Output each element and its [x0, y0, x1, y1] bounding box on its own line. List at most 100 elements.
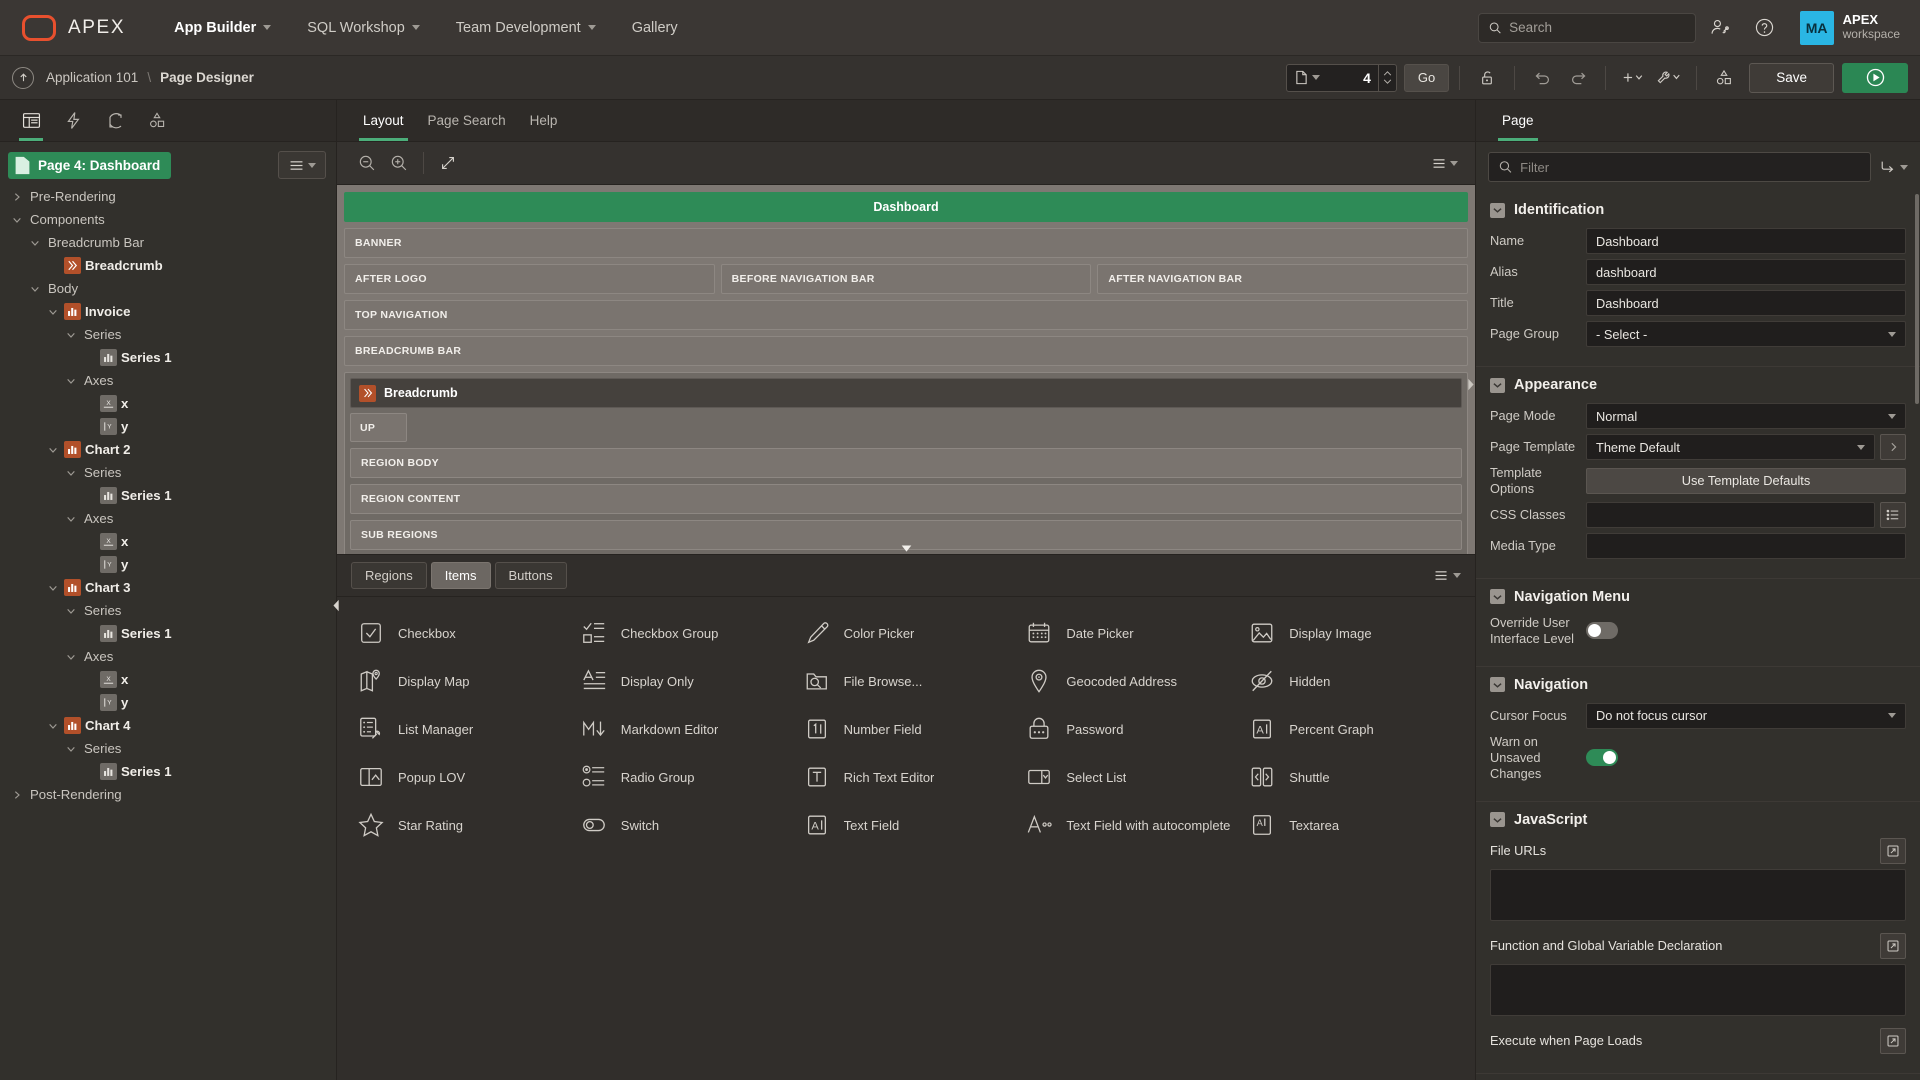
- alias-input[interactable]: dashboard: [1586, 259, 1906, 285]
- gallery-item-number-field[interactable]: Number Field: [797, 705, 1020, 753]
- tree-node[interactable]: Chart 4: [0, 714, 336, 737]
- tree-node-page[interactable]: Page 4: Dashboard: [8, 151, 172, 179]
- gallery-item-select-list[interactable]: Select List: [1019, 753, 1242, 801]
- tree-twisty[interactable]: [62, 376, 80, 386]
- file-urls-textarea[interactable]: [1490, 868, 1906, 921]
- tab-page-shared-components[interactable]: [136, 100, 178, 141]
- function-declaration-expand-button[interactable]: [1880, 932, 1906, 959]
- page-number-stepper[interactable]: [1377, 64, 1396, 91]
- tree-node[interactable]: Post-Rendering: [0, 783, 336, 806]
- gallery-item-text-field-with-autocomplete[interactable]: Text Field with autocomplete: [1019, 801, 1242, 849]
- grid-region-breadcrumb[interactable]: Breadcrumb: [350, 378, 1462, 408]
- tree-node[interactable]: Xx: [0, 392, 336, 415]
- gallery-item-display-only[interactable]: Display Only: [574, 657, 797, 705]
- tree-twisty[interactable]: [8, 215, 26, 225]
- tree-twisty[interactable]: [44, 721, 62, 731]
- gallery-item-shuttle[interactable]: Shuttle: [1242, 753, 1465, 801]
- grid-position-breadcrumb-bar[interactable]: BREADCRUMB BAR: [344, 336, 1468, 366]
- section-header[interactable]: Navigation Menu: [1490, 589, 1906, 605]
- section-header[interactable]: Navigation: [1490, 677, 1906, 693]
- grid-position-banner[interactable]: BANNER: [344, 228, 1468, 258]
- page-icon-dropdown[interactable]: [1287, 65, 1326, 91]
- shared-components-icon[interactable]: [1707, 63, 1741, 93]
- gallery-item-geocoded-address[interactable]: Geocoded Address: [1019, 657, 1242, 705]
- go-button[interactable]: Go: [1403, 63, 1450, 92]
- grid-position-region-body[interactable]: REGION BODY: [350, 448, 1462, 478]
- save-button[interactable]: Save: [1749, 62, 1834, 93]
- tree-node[interactable]: Axes: [0, 369, 336, 392]
- collapse-icon[interactable]: [1490, 589, 1505, 605]
- tree-twisty[interactable]: [26, 238, 44, 248]
- tree-node[interactable]: Series: [0, 323, 336, 346]
- tree-twisty[interactable]: [44, 583, 62, 593]
- page-number-value[interactable]: 4: [1326, 65, 1378, 91]
- warn-on-unsaved-changes-toggle[interactable]: [1586, 749, 1618, 767]
- media-type-input[interactable]: [1586, 532, 1906, 559]
- grid-collapse-toggle[interactable]: [337, 542, 1475, 554]
- gallery-item-display-map[interactable]: Display Map: [351, 657, 574, 705]
- cursor-focus-select[interactable]: Do not focus cursor: [1586, 702, 1906, 729]
- page-template-select[interactable]: Theme Default: [1586, 434, 1875, 460]
- lock-icon[interactable]: [1470, 63, 1504, 93]
- utilities-icon[interactable]: [1652, 63, 1686, 93]
- property-filter-input[interactable]: [1520, 159, 1860, 175]
- tree-node[interactable]: Breadcrumb: [0, 254, 336, 277]
- css-classes-lov-button[interactable]: [1880, 501, 1906, 528]
- breadcrumb-app[interactable]: Application 101: [46, 70, 138, 85]
- tab-page-properties[interactable]: Page: [1490, 100, 1546, 141]
- tree-node[interactable]: Xx: [0, 668, 336, 691]
- tree-node[interactable]: Components: [0, 208, 336, 231]
- nav-item-team-development[interactable]: Team Development: [439, 12, 613, 44]
- gallery-item-text-field[interactable]: A Text Field: [797, 801, 1020, 849]
- override-user-interface-level-toggle[interactable]: [1586, 622, 1618, 640]
- tree-node[interactable]: Invoice: [0, 300, 336, 323]
- undo-icon[interactable]: [1525, 63, 1559, 93]
- section-header[interactable]: Identification: [1490, 202, 1906, 218]
- page-template-goto-button[interactable]: [1880, 434, 1906, 460]
- nav-item-gallery[interactable]: Gallery: [615, 12, 695, 44]
- tree-twisty[interactable]: [62, 652, 80, 662]
- property-filter-box[interactable]: [1488, 152, 1871, 182]
- tree-node[interactable]: Xx: [0, 530, 336, 553]
- tab-help[interactable]: Help: [518, 100, 570, 141]
- tree-node[interactable]: Chart 2: [0, 438, 336, 461]
- tree-twisty[interactable]: [8, 192, 26, 202]
- tab-page-search[interactable]: Page Search: [416, 100, 518, 141]
- section-header[interactable]: JavaScript: [1490, 812, 1906, 828]
- gallery-item-display-image[interactable]: Display Image: [1242, 609, 1465, 657]
- apex-logo[interactable]: APEX: [0, 14, 125, 41]
- tree-node[interactable]: Yy: [0, 553, 336, 576]
- tree-twisty[interactable]: [26, 284, 44, 294]
- add-icon[interactable]: [1616, 63, 1650, 93]
- tab-processing[interactable]: [94, 100, 136, 141]
- file-urls-expand-button[interactable]: [1880, 837, 1906, 864]
- gallery-item-markdown-editor[interactable]: Markdown Editor: [574, 705, 797, 753]
- tree-node[interactable]: Axes: [0, 645, 336, 668]
- tree-twisty[interactable]: [44, 445, 62, 455]
- tree-node[interactable]: Series 1: [0, 346, 336, 369]
- tree-twisty[interactable]: [44, 307, 62, 317]
- tree-twisty[interactable]: [62, 468, 80, 478]
- grid-position-top-navigation[interactable]: TOP NAVIGATION: [344, 300, 1468, 330]
- zoom-out-icon[interactable]: [351, 149, 383, 177]
- tree-twisty[interactable]: [62, 330, 80, 340]
- tree-node[interactable]: Series: [0, 737, 336, 760]
- gallery-item-percent-graph[interactable]: A Percent Graph: [1242, 705, 1465, 753]
- tree-node[interactable]: Yy: [0, 691, 336, 714]
- section-header[interactable]: Appearance: [1490, 377, 1906, 393]
- gallery-item-rich-text-editor[interactable]: Rich Text Editor: [797, 753, 1020, 801]
- tree-node[interactable]: Series 1: [0, 484, 336, 507]
- tab-dynamic-actions[interactable]: [52, 100, 94, 141]
- tree-node[interactable]: Breadcrumb Bar: [0, 231, 336, 254]
- tree-options-menu-button[interactable]: [278, 151, 326, 179]
- page-mode-select[interactable]: Normal: [1586, 403, 1906, 429]
- center-panel-resize-handle[interactable]: [1465, 370, 1475, 400]
- redo-icon[interactable]: [1561, 63, 1595, 93]
- template-options-button[interactable]: Use Template Defaults: [1586, 467, 1906, 494]
- gallery-item-radio-group[interactable]: Radio Group: [574, 753, 797, 801]
- function-declaration-textarea[interactable]: [1490, 963, 1906, 1016]
- search-box[interactable]: [1477, 12, 1696, 43]
- page-selector[interactable]: 4: [1285, 63, 1397, 92]
- grid-position-after-navigation-bar[interactable]: AFTER NAVIGATION BAR: [1097, 264, 1469, 294]
- tree-node[interactable]: Series: [0, 599, 336, 622]
